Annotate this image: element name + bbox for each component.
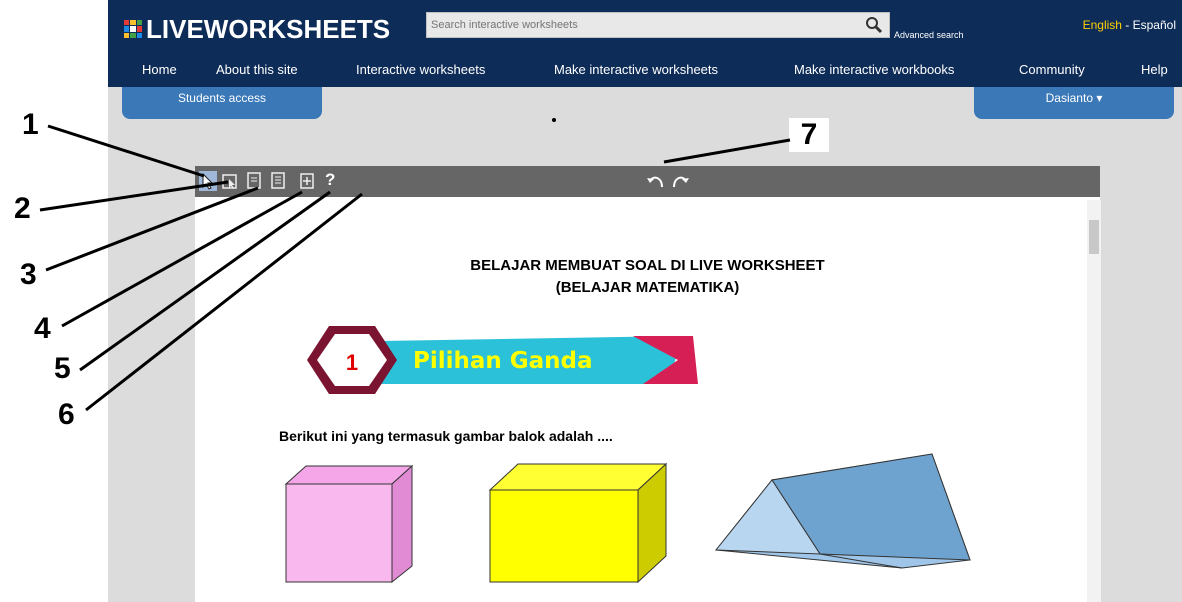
arrow-5 <box>79 190 331 372</box>
arrow-7 <box>663 138 791 164</box>
arrow-3 <box>45 186 259 272</box>
arrow-4 <box>61 190 303 328</box>
annotation-arrows <box>39 124 791 412</box>
arrow-2 <box>39 180 229 212</box>
arrow-6 <box>85 192 363 412</box>
arrow-1 <box>47 124 205 178</box>
